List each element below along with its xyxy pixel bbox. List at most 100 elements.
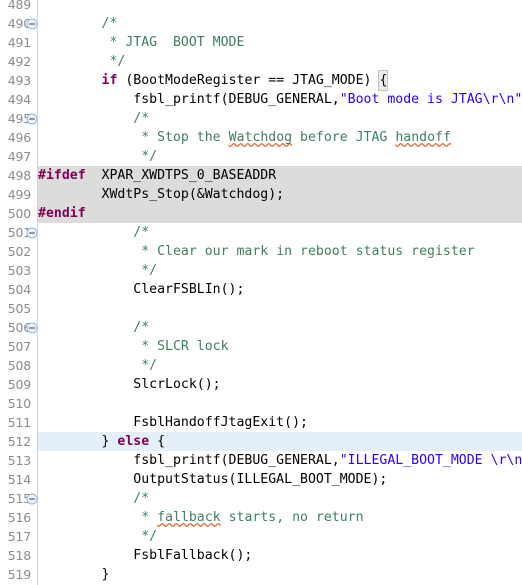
comment-text: */ — [109, 54, 126, 69]
code-line[interactable]: * Stop the Watchdog before JTAG handoff — [38, 128, 522, 147]
code-token: fsbl_printf(DEBUG_GENERAL, — [38, 453, 340, 468]
preprocessor-directive: #ifdef — [38, 168, 86, 183]
code-line[interactable]: /* — [38, 489, 522, 508]
line-number: 517 — [7, 529, 31, 544]
line-number: 502 — [7, 244, 31, 259]
line-number: 494 — [7, 92, 31, 107]
code-token: (BootModeRegister == JTAG_MODE) — [117, 73, 380, 88]
string-literal: "Boot mode is JTAG\r\n" — [339, 92, 522, 107]
comment-text: /* — [133, 491, 150, 506]
code-line[interactable] — [38, 0, 522, 14]
line-number: 503 — [7, 263, 31, 278]
comment-text: /* — [133, 111, 150, 126]
comment-text: * JTAG BOOT MODE — [109, 35, 245, 50]
preprocessor-directive: #endif — [38, 206, 86, 221]
code-line[interactable]: SlcrLock(); — [38, 375, 522, 394]
code-line[interactable]: FsblFallback(); — [38, 546, 522, 565]
line-number: 498 — [7, 168, 31, 183]
code-line[interactable]: /* — [38, 14, 522, 33]
line-number: 500 — [7, 206, 31, 221]
code-token: FsblHandoffJtagExit(); — [38, 415, 308, 430]
code-line[interactable]: * SLCR lock — [38, 337, 522, 356]
line-number: 508 — [7, 358, 31, 373]
code-line[interactable]: /* — [38, 223, 522, 242]
code-line[interactable]: */ — [38, 527, 522, 546]
misspelled-word: Watchdog — [228, 130, 293, 145]
collapse-minus-icon[interactable] — [26, 223, 38, 242]
line-number: 511 — [7, 415, 31, 430]
line-number: 492 — [7, 54, 31, 69]
code-line[interactable]: } else { — [38, 432, 522, 451]
code-line[interactable]: * fallback starts, no return — [38, 508, 522, 527]
comment-text: */ — [141, 263, 158, 278]
line-number: 516 — [7, 510, 31, 525]
line-number: 519 — [7, 567, 31, 582]
comment-text: */ — [141, 149, 158, 164]
code-line[interactable]: * JTAG BOOT MODE — [38, 33, 522, 52]
code-token: FsblFallback(); — [38, 548, 253, 563]
comment-text: /* — [133, 225, 150, 240]
comment-text: * — [141, 510, 158, 525]
code-line[interactable]: #endif — [38, 204, 522, 223]
comment-text: /* — [101, 16, 118, 31]
code-line[interactable] — [38, 299, 522, 318]
line-number: 512 — [7, 434, 31, 449]
line-number: 510 — [7, 396, 31, 411]
code-line[interactable]: /* — [38, 109, 522, 128]
collapse-minus-icon[interactable] — [26, 318, 38, 337]
code-line[interactable]: */ — [38, 356, 522, 375]
line-number: 489 — [7, 0, 31, 12]
collapse-minus-icon[interactable] — [26, 14, 38, 33]
code-line[interactable]: if (BootModeRegister == JTAG_MODE) { — [38, 70, 522, 91]
comment-text: * Stop the — [141, 130, 229, 145]
code-line[interactable]: */ — [38, 147, 522, 166]
code-line[interactable]: fsbl_printf(DEBUG_GENERAL,"ILLEGAL_BOOT_… — [38, 451, 522, 470]
code-token: XPAR_XWDTPS_0_BASEADDR — [85, 168, 277, 183]
line-number: 514 — [7, 472, 31, 487]
code-line[interactable]: #ifdef XPAR_XWDTPS_0_BASEADDR — [38, 166, 522, 185]
code-token: SlcrLock(); — [38, 377, 221, 392]
line-number: 518 — [7, 548, 31, 563]
keyword-token: else — [117, 434, 150, 449]
code-token: OutputStatus(ILLEGAL_BOOT_MODE); — [38, 472, 388, 487]
comment-text: before JTAG — [292, 130, 396, 145]
code-line[interactable] — [38, 394, 522, 413]
code-token: } — [38, 434, 118, 449]
code-line[interactable]: * Clear our mark in reboot status regist… — [38, 242, 522, 261]
comment-text: * Clear our mark in reboot status regist… — [141, 244, 475, 259]
line-number: 496 — [7, 130, 31, 145]
line-number: 507 — [7, 339, 31, 354]
line-number: 505 — [7, 301, 31, 316]
code-line[interactable]: /* — [38, 318, 522, 337]
code-line[interactable]: fsbl_printf(DEBUG_GENERAL,"Boot mode is … — [38, 90, 522, 109]
code-token: { — [149, 434, 166, 449]
code-editor[interactable]: 489 490 491 492 493 494 495 496 497 498 499 500 501 5… — [0, 0, 522, 585]
code-line[interactable]: XWdtPs_Stop(&Watchdog); — [38, 185, 522, 204]
line-number-gutter[interactable]: 489 490 491 492 493 494 495 496 497 498 499 500 501 5… — [0, 0, 38, 585]
collapse-minus-icon[interactable] — [26, 489, 38, 508]
collapse-minus-icon[interactable] — [26, 109, 38, 128]
code-line[interactable]: */ — [38, 261, 522, 280]
line-number: 497 — [7, 149, 31, 164]
code-line[interactable]: FsblHandoffJtagExit(); — [38, 413, 522, 432]
code-token: } — [38, 567, 110, 582]
code-line[interactable]: */ — [38, 52, 522, 71]
code-line[interactable]: } — [38, 565, 522, 584]
string-literal: "ILLEGAL_BOOT_MODE \r\n" — [339, 453, 522, 468]
code-line[interactable]: OutputStatus(ILLEGAL_BOOT_MODE); — [38, 470, 522, 489]
comment-text: /* — [133, 320, 150, 335]
code-text-area[interactable]: /* * JTAG BOOT MODE */ if (BootModeRegis… — [38, 0, 522, 585]
comment-text: */ — [141, 529, 158, 544]
line-number: 499 — [7, 187, 31, 202]
comment-text: * SLCR lock — [141, 339, 229, 354]
code-line[interactable]: ClearFSBLIn(); — [38, 280, 522, 299]
